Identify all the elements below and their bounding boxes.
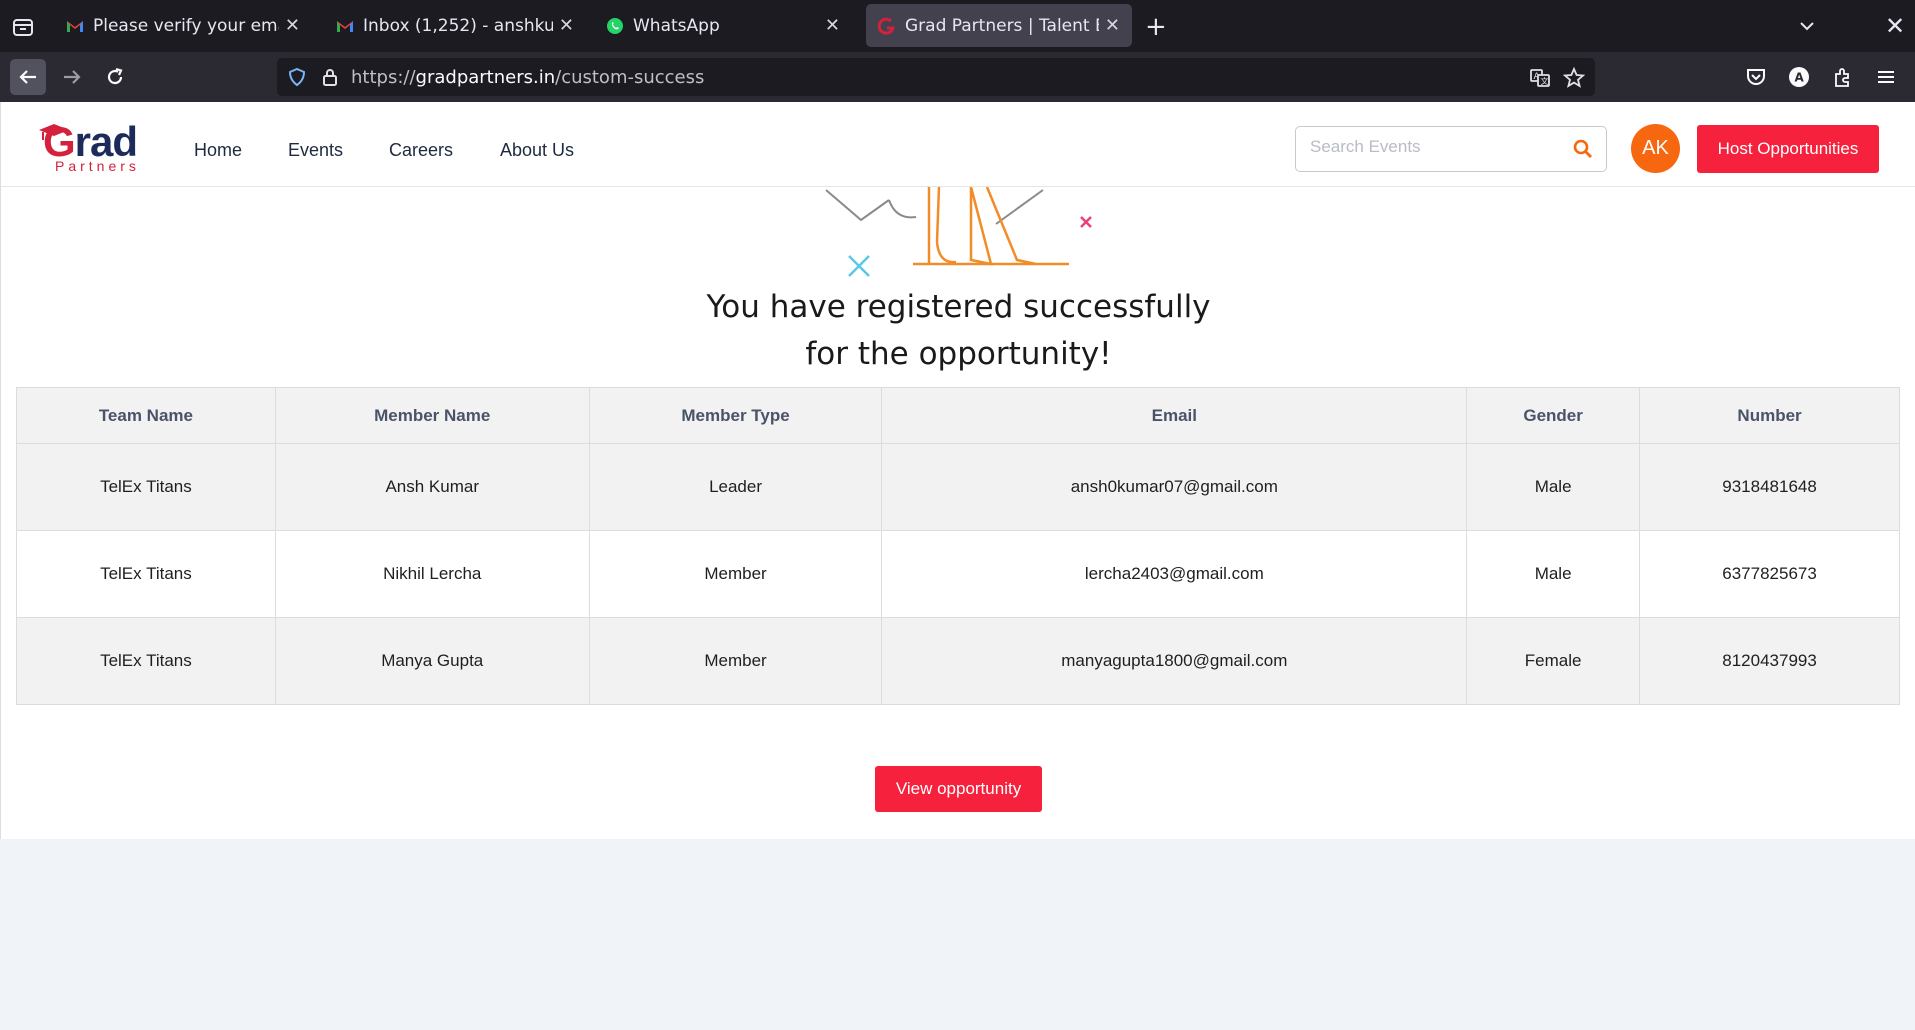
close-tab-icon[interactable]: ✕ [1105, 15, 1120, 36]
arrow-left-icon [19, 70, 36, 84]
email-cell: ansh0kumar07@gmail.com [881, 443, 1468, 531]
browser-tab-strip: Please verify your email | Gradpartners … [0, 0, 1915, 52]
chevron-down-icon[interactable] [1797, 16, 1817, 36]
svg-text:A: A [1795, 71, 1805, 85]
team-name-cell: TelEx Titans [16, 443, 276, 531]
close-tab-icon[interactable]: ✕ [559, 15, 574, 36]
svg-text:文: 文 [1541, 76, 1549, 86]
gender-cell: Female [1466, 617, 1641, 705]
number-cell: 6377825673 [1639, 530, 1900, 618]
column-header: Gender [1466, 387, 1641, 444]
back-button[interactable] [10, 59, 46, 95]
number-cell: 9318481648 [1639, 443, 1900, 531]
nav-events[interactable]: Events [288, 140, 343, 161]
browser-tab[interactable]: Inbox (1,252) - anshkumar07@gmail.com ✕ [324, 4, 586, 47]
table-header-row: Team Name Member Name Member Type Email … [16, 387, 1900, 444]
tab-title: Grad Partners | Talent Engagement [905, 15, 1099, 36]
column-header: Number [1639, 387, 1900, 444]
shield-icon[interactable] [287, 67, 307, 87]
nav-about-us[interactable]: About Us [500, 140, 574, 161]
success-illustration [825, 186, 1092, 277]
web-page: Grad Partners Home Events Careers About … [0, 102, 1915, 1030]
registration-table: Team Name Member Name Member Type Email … [16, 387, 1900, 705]
url-text[interactable]: https://gradpartners.in/custom-success [351, 67, 704, 88]
host-opportunities-button[interactable]: Host Opportunities [1697, 125, 1879, 173]
browser-tab[interactable]: Please verify your email | Gradpartners … [54, 4, 312, 47]
browser-toolbar: https://gradpartners.in/custom-success A… [0, 52, 1915, 102]
member-name-cell: Manya Gupta [274, 617, 590, 705]
pocket-icon[interactable] [1745, 66, 1767, 88]
column-header: Email [881, 387, 1468, 444]
browser-tab[interactable]: WhatsApp ✕ [594, 4, 852, 47]
member-type-cell: Member [588, 530, 883, 618]
gender-cell: Male [1466, 530, 1641, 618]
search-icon[interactable] [1572, 138, 1594, 160]
lock-icon[interactable] [320, 67, 340, 87]
member-type-cell: Leader [588, 443, 883, 531]
tab-list-icon[interactable] [10, 14, 36, 40]
site-header: Grad Partners Home Events Careers About … [1, 102, 1915, 187]
account-icon[interactable]: A [1788, 66, 1810, 88]
gradpartners-logo[interactable]: Grad Partners [37, 118, 149, 176]
new-tab-icon[interactable]: + [1145, 12, 1167, 42]
close-tab-icon[interactable]: ✕ [285, 15, 300, 36]
view-opportunity-button[interactable]: View opportunity [875, 766, 1042, 812]
reload-icon [107, 67, 123, 85]
tab-title: WhatsApp [633, 15, 720, 36]
whatsapp-icon [607, 17, 623, 34]
member-name-cell: Ansh Kumar [274, 443, 590, 531]
column-header: Member Type [588, 387, 883, 444]
email-cell: lercha2403@gmail.com [881, 530, 1468, 618]
search-box [1295, 126, 1607, 172]
gmail-icon [67, 20, 83, 32]
table-row: TelEx Titans Ansh Kumar Leader ansh0kuma… [16, 443, 1900, 531]
member-name-cell: Nikhil Lercha [274, 530, 590, 618]
url-domain: gradpartners.in [415, 67, 556, 88]
team-name-cell: TelEx Titans [16, 530, 276, 618]
success-line-2: for the opportunity! [805, 336, 1112, 372]
extensions-icon[interactable] [1832, 66, 1854, 88]
reload-button[interactable] [97, 59, 133, 95]
url-path: /custom-success [555, 67, 705, 88]
gradpartners-icon [878, 17, 895, 35]
column-header: Member Name [274, 387, 590, 444]
column-header: Team Name [16, 387, 276, 444]
gender-cell: Male [1466, 443, 1641, 531]
close-tab-icon[interactable]: ✕ [825, 15, 840, 36]
address-bar[interactable]: https://gradpartners.in/custom-success A… [277, 58, 1595, 96]
team-name-cell: TelEx Titans [16, 617, 276, 705]
menu-icon[interactable] [1875, 66, 1897, 88]
number-cell: 8120437993 [1639, 617, 1900, 705]
success-message: You have registered successfully for the… [1, 284, 1915, 378]
user-avatar[interactable]: AK [1631, 124, 1680, 173]
forward-button[interactable] [54, 59, 90, 95]
nav-home[interactable]: Home [194, 140, 242, 161]
url-scheme: https:// [351, 67, 416, 88]
translate-icon[interactable]: A文 [1529, 67, 1551, 89]
email-cell: manyagupta1800@gmail.com [881, 617, 1468, 705]
arrow-right-icon [64, 70, 81, 84]
table-row: TelEx Titans Nikhil Lercha Member lercha… [16, 530, 1900, 618]
success-line-1: You have registered successfully [706, 289, 1211, 325]
member-type-cell: Member [588, 617, 883, 705]
content-area: Grad Partners Home Events Careers About … [0, 102, 1915, 839]
window-close-icon[interactable]: ✕ [1885, 12, 1905, 40]
browser-tab-active[interactable]: Grad Partners | Talent Engagement ✕ [866, 4, 1132, 47]
nav-careers[interactable]: Careers [389, 140, 453, 161]
tab-title: Inbox (1,252) - anshkumar07@gmail.com [363, 15, 553, 36]
tab-title: Please verify your email | Gradpartners [93, 15, 279, 36]
search-input[interactable] [1310, 137, 1570, 157]
table-row: TelEx Titans Manya Gupta Member manyagup… [16, 617, 1900, 705]
bookmark-star-icon[interactable] [1563, 67, 1585, 89]
logo-subtitle: Partners [55, 158, 140, 174]
gmail-icon [337, 20, 353, 32]
